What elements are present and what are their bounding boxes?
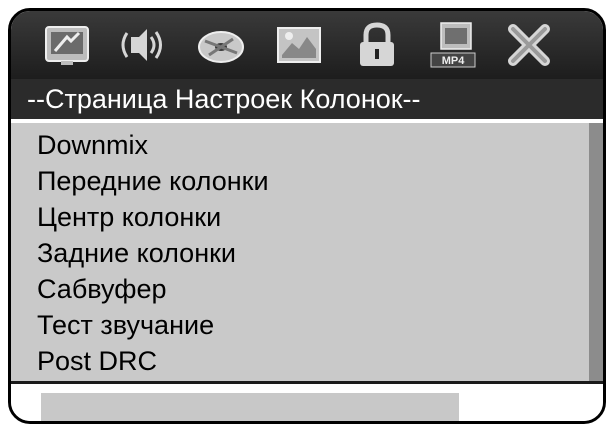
system-setup-icon[interactable] xyxy=(41,19,93,71)
mp4-caption: MP4 xyxy=(442,55,466,67)
speaker-settings-menu: Downmix Передние колонки Центр колонки З… xyxy=(11,123,603,379)
menu-item-rear-speakers[interactable]: Задние колонки xyxy=(37,235,603,271)
exit-x-icon[interactable] xyxy=(503,19,555,71)
status-field xyxy=(41,393,459,421)
settings-menu-area: Downmix Передние колонки Центр колонки З… xyxy=(11,123,603,381)
audio-speaker-icon[interactable] xyxy=(117,19,169,71)
setup-icon-bar: MP4 xyxy=(11,11,603,79)
menu-item-front-speakers[interactable]: Передние колонки xyxy=(37,163,603,199)
mp4-film-icon[interactable]: MP4 xyxy=(427,19,479,71)
menu-scrollbar[interactable] xyxy=(589,123,603,381)
status-area xyxy=(11,381,603,421)
menu-item-post-drc[interactable]: Post DRC xyxy=(37,343,603,379)
menu-item-test-tone[interactable]: Тест звучание xyxy=(37,307,603,343)
menu-item-downmix[interactable]: Downmix xyxy=(37,127,603,163)
menu-item-subwoofer[interactable]: Сабвуфер xyxy=(37,271,603,307)
video-disc-icon[interactable] xyxy=(195,19,247,71)
page-title: --Страница Настроек Колонок-- xyxy=(11,79,603,119)
picture-setup-icon[interactable] xyxy=(273,19,325,71)
speaker-setup-dialog: MP4 --Страница Настроек Колонок-- Downmi… xyxy=(8,8,606,424)
lock-icon[interactable] xyxy=(351,19,403,71)
menu-item-center-speaker[interactable]: Центр колонки xyxy=(37,199,603,235)
